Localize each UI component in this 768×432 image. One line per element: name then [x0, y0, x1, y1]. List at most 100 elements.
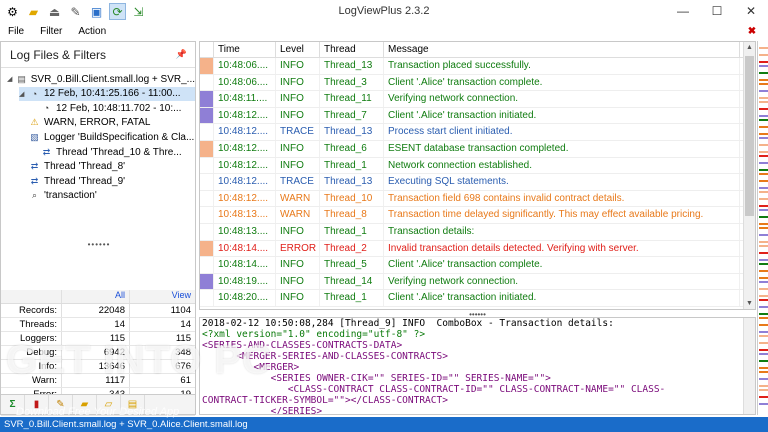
- cell-level: INFO: [276, 157, 320, 174]
- menu-file[interactable]: File: [0, 24, 32, 40]
- cell-message: Client '.Alice' transaction initiated.: [384, 107, 740, 124]
- cell-level: ERROR: [276, 240, 320, 257]
- cell-level: WARN: [276, 190, 320, 207]
- log-row[interactable]: 10:48:06.... INFO Thread_3 Client '.Alice' …: [200, 74, 755, 92]
- log-row[interactable]: 10:48:19.... INFO Thread_14 Verifying netwo…: [200, 273, 755, 291]
- overview-mark: [759, 97, 768, 99]
- overview-mark: [759, 209, 768, 211]
- cell-level: INFO: [276, 58, 320, 74]
- close-tab-icon[interactable]: ✖: [746, 26, 758, 38]
- log-row[interactable]: 10:48:12.... TRACE Thread_13 Executing SQL …: [200, 174, 755, 191]
- tree-item[interactable]: ◢ ▤ SVR_0.Bill.Client.small.log + SVR_...: [7, 72, 195, 86]
- stats-row: Threads: 14 14: [1, 318, 195, 332]
- title-bar: ⚙ ▰ ⏏ ✎ ▣ ⟳ ⇲ LogViewPlus 2.3.2 — ☐ ✕: [0, 0, 768, 24]
- expand-arrow-icon[interactable]: ◢: [19, 90, 28, 98]
- col-header-level[interactable]: Level: [276, 42, 320, 57]
- overview-mark: [759, 169, 768, 171]
- scroll-up-icon[interactable]: ▲: [744, 42, 755, 54]
- cell-thread: Thread_13: [320, 124, 384, 140]
- tree-item-label: 12 Feb, 10:41:25.166 - 11:00...: [44, 88, 181, 100]
- pin-icon[interactable]: 📌: [176, 49, 187, 60]
- log-row[interactable]: 10:48:20.... INFO Thread_1 Client '.Alice' …: [200, 290, 755, 307]
- xml-line: <MERGER-SERIES-AND-CLASSES-CONTRACTS>: [202, 351, 448, 362]
- row-highlight-strip: [200, 273, 214, 290]
- col-header-message[interactable]: Message: [384, 42, 740, 57]
- log-row[interactable]: 10:48:13.... INFO Thread_1 Transaction deta…: [200, 223, 755, 241]
- log-row[interactable]: 10:48:12.... INFO Thread_7 Client '.Alice' …: [200, 107, 755, 125]
- maximize-button[interactable]: ☐: [700, 0, 734, 22]
- minimize-button[interactable]: —: [666, 0, 700, 22]
- tree-item[interactable]: ▧ Logger 'BuildSpecification & Cla...: [19, 130, 195, 144]
- stats-all: 22048: [61, 304, 129, 317]
- overview-gutter[interactable]: [757, 41, 768, 415]
- cell-time: 10:48:14....: [214, 240, 276, 257]
- tree-item[interactable]: ⇄ Thread 'Thread_10 & Thre...: [31, 145, 195, 159]
- tree-item[interactable]: ⚠ WARN, ERROR, FATAL: [19, 116, 195, 130]
- row-highlight-strip: [200, 174, 214, 190]
- overview-mark: [759, 65, 768, 67]
- log-row[interactable]: 10:48:06.... INFO Thread_13 Transaction pla…: [200, 58, 755, 75]
- overview-mark: [759, 385, 768, 387]
- log-row[interactable]: 10:48:12.... TRACE Thread_13 Process start …: [200, 124, 755, 141]
- menu-filter[interactable]: Filter: [32, 24, 70, 40]
- cell-thread: Thread_13: [320, 58, 384, 74]
- log-row[interactable]: 10:48:12.... INFO Thread_1 Network connecti…: [200, 157, 755, 175]
- tree-item[interactable]: ⌕ 'transaction': [19, 189, 195, 203]
- overview-mark: [759, 173, 768, 175]
- scroll-thumb[interactable]: [745, 56, 754, 216]
- logger-icon: ▧: [30, 131, 39, 142]
- warning-filter-icon: ⚠: [30, 117, 39, 128]
- tree-item[interactable]: ⇄ Thread 'Thread_8': [19, 160, 195, 174]
- stats-label: Threads:: [19, 319, 58, 330]
- col-header-time[interactable]: Time: [214, 42, 276, 57]
- log-row[interactable]: 10:48:14.... ERROR Thread_2 Invalid transac…: [200, 240, 755, 258]
- overview-mark: [759, 119, 768, 121]
- log-grid: Time Level Thread Message 10:48:06.... IN…: [199, 41, 756, 310]
- row-highlight-strip: [200, 290, 214, 306]
- overview-mark: [759, 349, 768, 351]
- cell-level: INFO: [276, 91, 320, 107]
- close-button[interactable]: ✕: [734, 0, 768, 22]
- detail-scrollbar[interactable]: [743, 318, 755, 414]
- overview-mark: [759, 252, 768, 254]
- col-header-thread[interactable]: Thread: [320, 42, 384, 57]
- log-row[interactable]: 10:48:11.... INFO Thread_11 Verifying netwo…: [200, 91, 755, 108]
- overview-mark: [759, 162, 768, 164]
- overview-mark: [759, 83, 768, 85]
- menu-action[interactable]: Action: [70, 24, 114, 40]
- log-row[interactable]: 10:48:14.... INFO Thread_5 Client '.Alice' …: [200, 257, 755, 274]
- cell-message: Transaction placed successfully.: [384, 58, 740, 74]
- cell-time: 10:48:20....: [214, 290, 276, 306]
- row-highlight-strip: [200, 140, 214, 157]
- row-highlight-strip: [200, 190, 214, 207]
- stats-col-view[interactable]: View: [129, 290, 195, 303]
- cell-level: INFO: [276, 257, 320, 273]
- log-row[interactable]: 10:48:12.... WARN Thread_10 Transaction fie…: [200, 190, 755, 208]
- overview-mark: [759, 61, 768, 63]
- overview-mark: [759, 277, 768, 279]
- stats-col-all[interactable]: All: [61, 290, 129, 303]
- grid-scrollbar[interactable]: ▲ ▼: [743, 42, 755, 309]
- scroll-down-icon[interactable]: ▼: [744, 298, 755, 309]
- row-highlight-strip: [200, 157, 214, 174]
- overview-mark: [759, 54, 768, 56]
- splitter-handle[interactable]: ••••••: [1, 240, 197, 249]
- tree-item-label: Logger 'BuildSpecification & Cla...: [44, 131, 195, 143]
- tree-item[interactable]: ⇄ Thread 'Thread_9': [19, 174, 195, 188]
- cell-message: Process start client initiated.: [384, 124, 740, 140]
- tree-item[interactable]: ◢ ◔ 12 Feb, 10:41:25.166 - 11:00...: [19, 86, 195, 101]
- log-row[interactable]: 10:48:12.... INFO Thread_6 ESENT database t…: [200, 140, 755, 158]
- cell-thread: Thread_1: [320, 223, 384, 240]
- cell-level: INFO: [276, 74, 320, 91]
- row-highlight-strip: [200, 240, 214, 257]
- tree-item[interactable]: ◔ 12 Feb, 10:48:11.702 - 10:...: [31, 101, 195, 115]
- log-row[interactable]: 10:48:13.... WARN Thread_8 Transaction time…: [200, 207, 755, 224]
- cell-level: INFO: [276, 290, 320, 306]
- overview-mark: [759, 191, 768, 193]
- clock-icon: ◔: [31, 88, 38, 99]
- expand-arrow-icon[interactable]: ◢: [7, 75, 16, 83]
- overview-mark: [759, 79, 768, 81]
- stats-all: 14: [61, 318, 129, 331]
- cell-thread: Thread_1: [320, 290, 384, 306]
- thread-icon: ⇄: [42, 146, 51, 157]
